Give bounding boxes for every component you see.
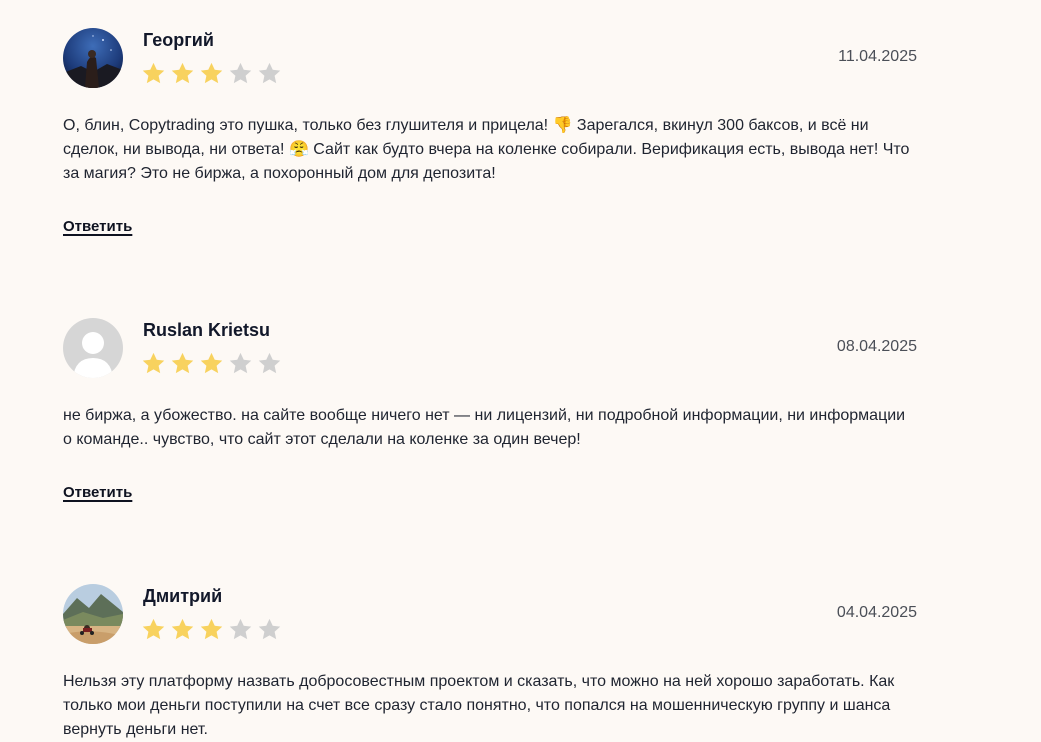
star-empty-icon — [258, 352, 281, 374]
avatar — [63, 584, 123, 644]
star-filled-icon — [171, 618, 194, 640]
comment-date: 04.04.2025 — [836, 604, 917, 621]
comment-text: Нельзя эту платформу назвать добросовест… — [63, 673, 895, 738]
star-filled-icon — [171, 352, 194, 374]
rating-stars — [141, 351, 282, 376]
avatar — [63, 318, 123, 378]
star-filled-icon — [142, 352, 165, 374]
star-empty-icon — [229, 618, 252, 640]
star-empty-icon — [229, 62, 252, 84]
reply-link[interactable]: Ответить — [63, 484, 132, 501]
comment-text: О, блин, Copytrading это пушка, только б… — [63, 117, 910, 182]
comment-date: 11.04.2025 — [838, 48, 917, 65]
rating-stars — [141, 617, 282, 642]
comment-author: Ruslan Krietsu — [143, 320, 271, 340]
star-filled-icon — [200, 352, 223, 374]
comment-author: Дмитрий — [143, 586, 223, 606]
star-filled-icon — [200, 618, 223, 640]
mountain-motorcycle-photo-icon — [63, 584, 123, 644]
avatar — [63, 28, 123, 88]
user-placeholder-icon — [63, 318, 123, 378]
reply-link[interactable]: Ответить — [63, 218, 132, 235]
star-filled-icon — [142, 618, 165, 640]
star-filled-icon — [200, 62, 223, 84]
star-empty-icon — [258, 62, 281, 84]
comment-author: Георгий — [143, 30, 214, 50]
rating-stars — [141, 61, 282, 86]
comment-date: 08.04.2025 — [836, 338, 917, 355]
star-filled-icon — [171, 62, 194, 84]
star-filled-icon — [142, 62, 165, 84]
night-sky-photo-icon — [63, 28, 123, 88]
star-empty-icon — [258, 618, 281, 640]
comment-text: не биржа, а убожество. на сайте вообще н… — [63, 407, 906, 448]
star-empty-icon — [229, 352, 252, 374]
